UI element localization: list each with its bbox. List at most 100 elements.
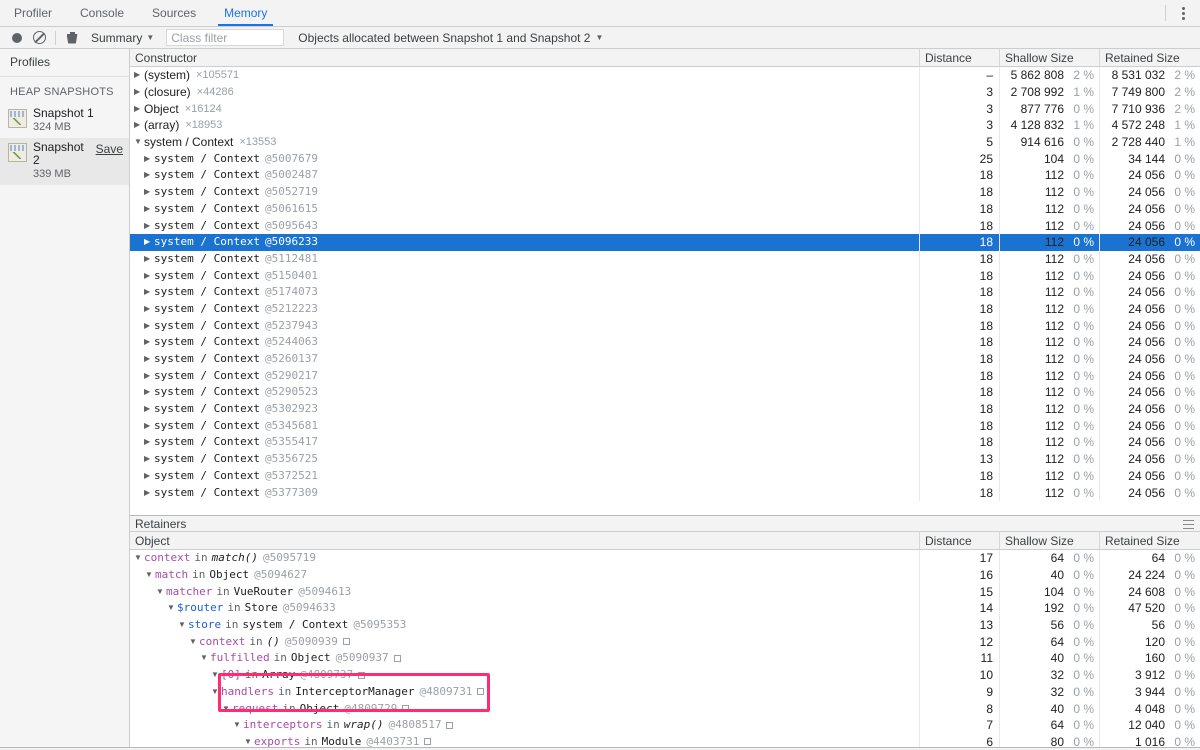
chevron-right-icon[interactable] (144, 318, 154, 334)
table-row[interactable]: (array) ×18953 34 128 8321 % 4 572 2481 % (130, 117, 1200, 134)
chevron-down-icon[interactable] (134, 550, 144, 566)
retainer-row[interactable]: matcherinVueRouter @5094613 151040 % 24 608… (130, 583, 1200, 601)
chevron-right-icon[interactable] (144, 184, 154, 200)
column-header-shallow-size[interactable]: Shallow Size (1000, 49, 1100, 66)
chevron-down-icon[interactable] (233, 717, 243, 733)
chevron-down-icon[interactable] (189, 634, 199, 650)
table-row[interactable]: system / Context @5356725 131120 % 24 0560 … (130, 450, 1200, 468)
chevron-right-icon[interactable] (144, 351, 154, 367)
chevron-right-icon[interactable] (134, 67, 144, 83)
chevron-down-icon[interactable] (134, 134, 144, 150)
chevron-down-icon[interactable] (211, 667, 221, 683)
retainers-title-bar[interactable]: Retainers (130, 515, 1200, 532)
retainer-row[interactable]: $routerinStore @5094633 141920 % 47 5200 % (130, 600, 1200, 617)
retainer-row[interactable]: exportsinModule @4403731 6800 % 1 0160 % (130, 733, 1200, 747)
table-row[interactable]: system / Context @5002487 181120 % 24 0560 … (130, 167, 1200, 184)
chevron-right-icon[interactable] (144, 368, 154, 384)
table-row[interactable]: system / Context @5052719 181120 % 24 0560 … (130, 183, 1200, 201)
tab-console[interactable]: Console (66, 0, 138, 26)
table-row[interactable]: system / Context @5355417 181120 % 24 0560 … (130, 434, 1200, 451)
chevron-down-icon[interactable] (178, 617, 188, 633)
column-header-object[interactable]: Object (130, 532, 920, 549)
chevron-down-icon[interactable] (222, 701, 232, 717)
table-row[interactable]: system / Context @5244063 181120 % 24 0560 … (130, 334, 1200, 351)
column-header-distance[interactable]: Distance (920, 49, 1000, 66)
table-row[interactable]: system / Context @5290217 181120 % 24 0560 … (130, 367, 1200, 385)
table-row[interactable]: Object ×16124 3877 7760 % 7 710 9362 % (130, 100, 1200, 118)
allocation-range-select[interactable]: Objects allocated between Snapshot 1 and… (298, 31, 603, 45)
table-row[interactable]: (system) ×105571 –5 862 8082 % 8 531 0322 % (130, 67, 1200, 84)
retainer-row[interactable]: requestinObject @4809729 8400 % 4 0480 % (130, 700, 1200, 717)
tab-sources[interactable]: Sources (138, 0, 210, 26)
retainer-row[interactable]: [0]inArray @4809737 10320 % 3 9120 % (130, 666, 1200, 684)
trash-icon[interactable] (61, 28, 83, 48)
column-header-distance[interactable]: Distance (920, 532, 1000, 549)
snapshot-item-1[interactable]: Snapshot 1 324 MB (0, 104, 129, 138)
snapshot-save-link[interactable]: Save (96, 142, 123, 156)
chevron-down-icon[interactable] (244, 734, 254, 747)
table-row[interactable]: system / Context @5007679 251040 % 34 1440 … (130, 150, 1200, 168)
retainer-row[interactable]: storeinsystem / Context@509535313560 %56… (130, 616, 1200, 634)
table-row[interactable]: system / Context @5061615 181120 % 24 0560 … (130, 200, 1200, 218)
constructor-grid-body[interactable]: (system) ×105571 –5 862 8082 % 8 531 0322 %… (130, 67, 1200, 515)
clear-ban-icon[interactable] (28, 28, 50, 48)
chevron-right-icon[interactable] (144, 401, 154, 417)
retainer-row[interactable]: contextin() @5090939 12640 % 1200 % (130, 633, 1200, 651)
table-row[interactable]: system / Context @5345681 181120 % 24 0560 … (130, 417, 1200, 435)
table-row[interactable]: system / Context @5096233 181120 % 24 0560 … (130, 233, 1200, 251)
chevron-right-icon[interactable] (144, 384, 154, 400)
class-filter-input[interactable]: Class filter (166, 29, 285, 46)
table-row[interactable]: system / Context @5290523 181120 % 24 0560 … (130, 384, 1200, 401)
retainer-row[interactable]: matchinObject @5094627 16400 % 24 2240 % (130, 566, 1200, 584)
chevron-right-icon[interactable] (144, 251, 154, 267)
chevron-right-icon[interactable] (134, 84, 144, 100)
chevron-right-icon[interactable] (144, 167, 154, 183)
chevron-right-icon[interactable] (144, 268, 154, 284)
chevron-right-icon[interactable] (144, 418, 154, 434)
table-row[interactable]: system / Context @5377309 181120 % 24 0560 … (130, 484, 1200, 501)
table-row[interactable]: system / Context @5260137 181120 % 24 0560 … (130, 350, 1200, 368)
tab-memory[interactable]: Memory (210, 0, 281, 26)
chevron-down-icon[interactable] (167, 600, 177, 616)
chevron-right-icon[interactable] (144, 201, 154, 217)
retainer-row[interactable]: fulfilledinObject @5090937 11400 % 1600 % (130, 650, 1200, 667)
chevron-right-icon[interactable] (144, 218, 154, 234)
chevron-right-icon[interactable] (144, 468, 154, 484)
table-row[interactable]: system / Context @5302923 181120 % 24 0560 … (130, 400, 1200, 418)
retainer-row[interactable]: contextinmatch()@509571917640 %640 % (130, 550, 1200, 567)
column-header-retained-size[interactable]: Retained Size (1100, 49, 1200, 66)
table-row[interactable]: system / Context @5372521 181120 % 24 0560 … (130, 467, 1200, 485)
chevron-right-icon[interactable] (144, 301, 154, 317)
retainer-row[interactable]: handlersinInterceptorManager @4809731 9320… (130, 683, 1200, 701)
tab-profiler[interactable]: Profiler (0, 0, 66, 26)
column-header-constructor[interactable]: Constructor (130, 49, 920, 66)
chevron-right-icon[interactable] (144, 151, 154, 167)
column-header-retained-size[interactable]: Retained Size (1100, 532, 1200, 549)
chevron-right-icon[interactable] (144, 234, 154, 250)
table-row[interactable]: system / Context @5112481 181120 % 24 0560 … (130, 250, 1200, 268)
table-row[interactable]: system / Context @5150401 181120 % 24 0560 … (130, 267, 1200, 284)
table-row[interactable]: system / Context @5237943 181120 % 24 0560 … (130, 317, 1200, 334)
chevron-right-icon[interactable] (144, 434, 154, 450)
table-row[interactable]: system / Context @5095643 181120 % 24 0560 … (130, 217, 1200, 234)
chevron-down-icon[interactable] (211, 684, 221, 700)
view-select[interactable]: Summary ▼ (89, 31, 156, 45)
chevron-down-icon[interactable] (156, 584, 166, 600)
snapshot-item-2[interactable]: Snapshot 2 Save 339 MB (0, 138, 129, 185)
chevron-right-icon[interactable] (144, 334, 154, 350)
chevron-right-icon[interactable] (144, 451, 154, 467)
chevron-down-icon[interactable] (145, 567, 155, 583)
retainer-row[interactable]: interceptorsinwrap() @4808517 7640 % 12 040… (130, 716, 1200, 734)
table-row[interactable]: system / Context @5174073 181120 % 24 0560 … (130, 283, 1200, 301)
more-options-icon[interactable] (1174, 4, 1192, 22)
chevron-right-icon[interactable] (144, 284, 154, 300)
record-icon[interactable] (6, 28, 28, 48)
chevron-right-icon[interactable] (134, 101, 144, 117)
table-row[interactable]: system / Context ×13553 5914 6160 % 2 728 4… (130, 133, 1200, 151)
table-row[interactable]: (closure) ×44286 32 708 9921 % 7 749 8002 % (130, 83, 1200, 101)
chevron-right-icon[interactable] (144, 485, 154, 501)
chevron-down-icon[interactable] (200, 650, 210, 666)
retainers-grid-body[interactable]: contextinmatch()@509571917640 %640 %matc… (130, 550, 1200, 747)
table-row[interactable]: system / Context @5212223 181120 % 24 0560 … (130, 300, 1200, 318)
menu-icon[interactable] (1183, 520, 1194, 529)
